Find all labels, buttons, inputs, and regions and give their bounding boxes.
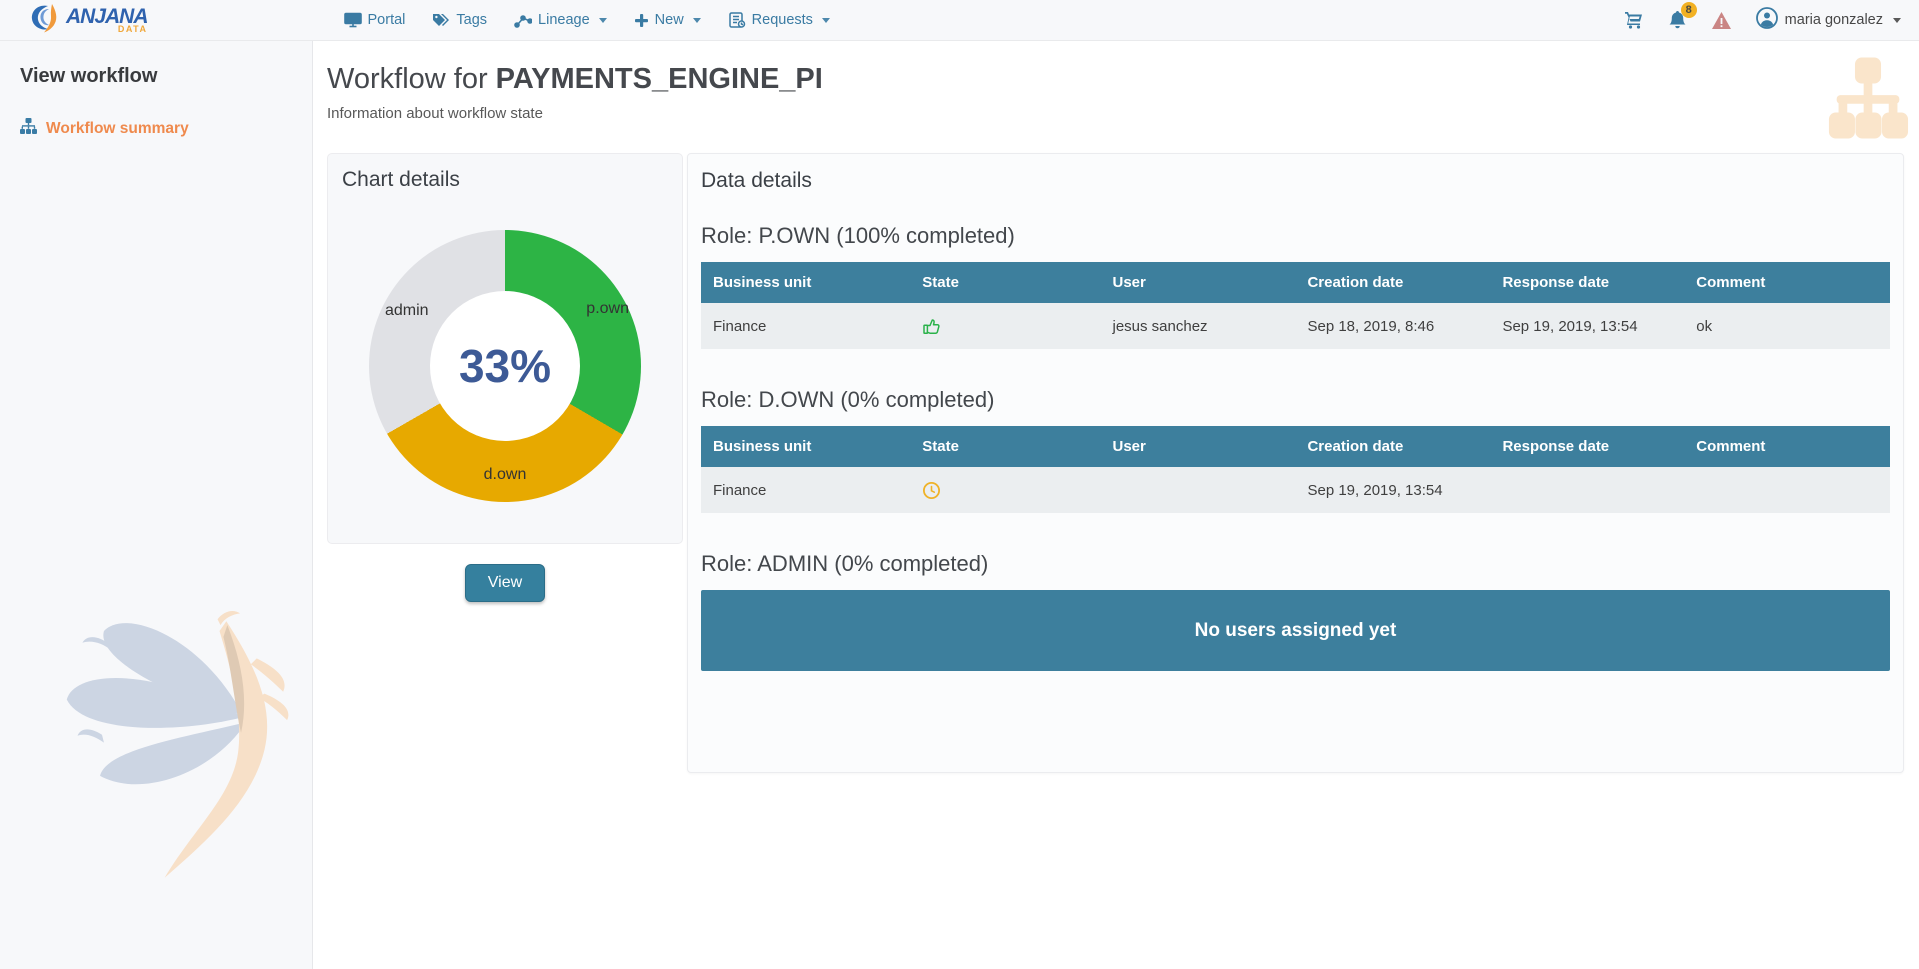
col-response-date: Response date — [1490, 426, 1684, 467]
col-response-date: Response date — [1490, 262, 1684, 303]
page-subtitle: Information about workflow state — [327, 105, 1904, 122]
cell-state — [910, 467, 1100, 513]
sidebar-item-workflow-summary[interactable]: Workflow summary — [20, 118, 292, 139]
nav-label-requests: Requests — [752, 12, 813, 28]
nav-item-portal[interactable]: Portal — [344, 12, 406, 28]
col-state: State — [910, 426, 1100, 467]
chart-card-title: Chart details — [342, 168, 668, 192]
page-title-prefix: Workflow for — [327, 63, 496, 95]
lineage-icon — [514, 12, 532, 28]
role-heading-down: Role: D.OWN (0% completed) — [701, 387, 1890, 413]
chevron-down-icon — [693, 18, 701, 23]
pending-clock-icon — [922, 481, 941, 500]
role-heading-admin: Role: ADMIN (0% completed) — [701, 551, 1890, 577]
no-users-banner: No users assigned yet — [701, 590, 1890, 671]
chevron-down-icon — [599, 18, 607, 23]
role-table-down: Business unit State User Creation date R… — [701, 426, 1890, 513]
sidebar-item-label: Workflow summary — [46, 120, 189, 138]
tags-icon — [432, 12, 450, 28]
col-creation-date: Creation date — [1295, 426, 1490, 467]
cell-creation-date: Sep 19, 2019, 13:54 — [1295, 467, 1490, 513]
donut-hole: 33% — [430, 291, 580, 441]
requests-icon — [728, 12, 746, 28]
slice-label-down: d.own — [484, 466, 527, 484]
nav-item-requests[interactable]: Requests — [728, 12, 830, 28]
notifications-bell-icon[interactable]: 8 — [1668, 10, 1687, 30]
nav-item-new[interactable]: New — [634, 12, 701, 28]
plus-icon — [634, 13, 649, 28]
main-content: Workflow for PAYMENTS_ENGINE_PI Informat… — [313, 41, 1919, 969]
page-title: Workflow for PAYMENTS_ENGINE_PI — [327, 63, 1904, 96]
nav-label-tags: Tags — [456, 12, 487, 28]
table-header-row: Business unit State User Creation date R… — [701, 262, 1890, 303]
donut-center-label: 33% — [459, 339, 551, 393]
col-user: User — [1100, 262, 1295, 303]
page-title-entity: PAYMENTS_ENGINE_PI — [496, 63, 823, 95]
table-header-row: Business unit State User Creation date R… — [701, 426, 1890, 467]
cart-icon[interactable] — [1624, 11, 1644, 29]
nav-item-lineage[interactable]: Lineage — [514, 12, 607, 28]
nav-menu: Portal Tags Lineage — [344, 12, 830, 28]
view-button[interactable]: View — [465, 564, 545, 602]
cell-user — [1100, 467, 1295, 513]
sidebar-title: View workflow — [20, 65, 292, 88]
sitemap-icon — [20, 118, 37, 139]
slice-label-pown: p.own — [586, 300, 629, 318]
cell-response-date: Sep 19, 2019, 13:54 — [1490, 303, 1684, 349]
col-state: State — [910, 262, 1100, 303]
brand-sub: DATA — [118, 25, 148, 34]
sidebar: View workflow Workflow summary — [0, 41, 313, 969]
anjana-fairy-icon — [30, 3, 62, 38]
notification-count-badge: 8 — [1681, 2, 1697, 18]
nav-label-new: New — [655, 12, 684, 28]
role-heading-pown: Role: P.OWN (100% completed) — [701, 223, 1890, 249]
nav-item-tags[interactable]: Tags — [432, 12, 487, 28]
col-user: User — [1100, 426, 1295, 467]
role-table-pown: Business unit State User Creation date R… — [701, 262, 1890, 349]
anjana-fairy-watermark — [55, 609, 290, 894]
user-avatar-icon — [1756, 7, 1778, 33]
table-row: Finance Sep 19, 2019, 13:54 — [701, 467, 1890, 513]
cell-business-unit: Finance — [701, 467, 910, 513]
cell-creation-date: Sep 18, 2019, 8:46 — [1295, 303, 1490, 349]
warning-icon[interactable] — [1711, 11, 1732, 30]
cell-comment — [1684, 467, 1890, 513]
approved-thumbs-up-icon — [922, 317, 941, 336]
slice-label-admin: admin — [385, 302, 429, 320]
workflow-donut-chart: 33% admin p.own d.own — [369, 230, 641, 502]
cell-business-unit: Finance — [701, 303, 910, 349]
col-business-unit: Business unit — [701, 262, 910, 303]
cell-state — [910, 303, 1100, 349]
data-details-card: Data details Role: P.OWN (100% completed… — [687, 153, 1904, 773]
data-card-title: Data details — [701, 169, 1890, 193]
chevron-down-icon — [1893, 18, 1901, 23]
cell-comment: ok — [1684, 303, 1890, 349]
top-navbar: ANJANA DATA Portal Tags — [0, 0, 1919, 41]
nav-label-portal: Portal — [368, 12, 406, 28]
user-menu[interactable]: maria gonzalez — [1756, 7, 1901, 33]
col-comment: Comment — [1684, 426, 1890, 467]
nav-label-lineage: Lineage — [538, 12, 590, 28]
table-row: Finance jesus sanchez Sep 18, 2019, 8:46… — [701, 303, 1890, 349]
col-business-unit: Business unit — [701, 426, 910, 467]
cell-user: jesus sanchez — [1100, 303, 1295, 349]
cell-response-date — [1490, 467, 1684, 513]
col-comment: Comment — [1684, 262, 1890, 303]
chart-details-card: Chart details 33% admin p.own d.own — [327, 153, 683, 544]
user-name: maria gonzalez — [1785, 12, 1883, 28]
app-logo[interactable]: ANJANA DATA — [30, 3, 148, 38]
portal-icon — [344, 12, 362, 28]
chevron-down-icon — [822, 18, 830, 23]
nav-right: 8 maria gonzalez — [1624, 7, 1901, 33]
col-creation-date: Creation date — [1295, 262, 1490, 303]
